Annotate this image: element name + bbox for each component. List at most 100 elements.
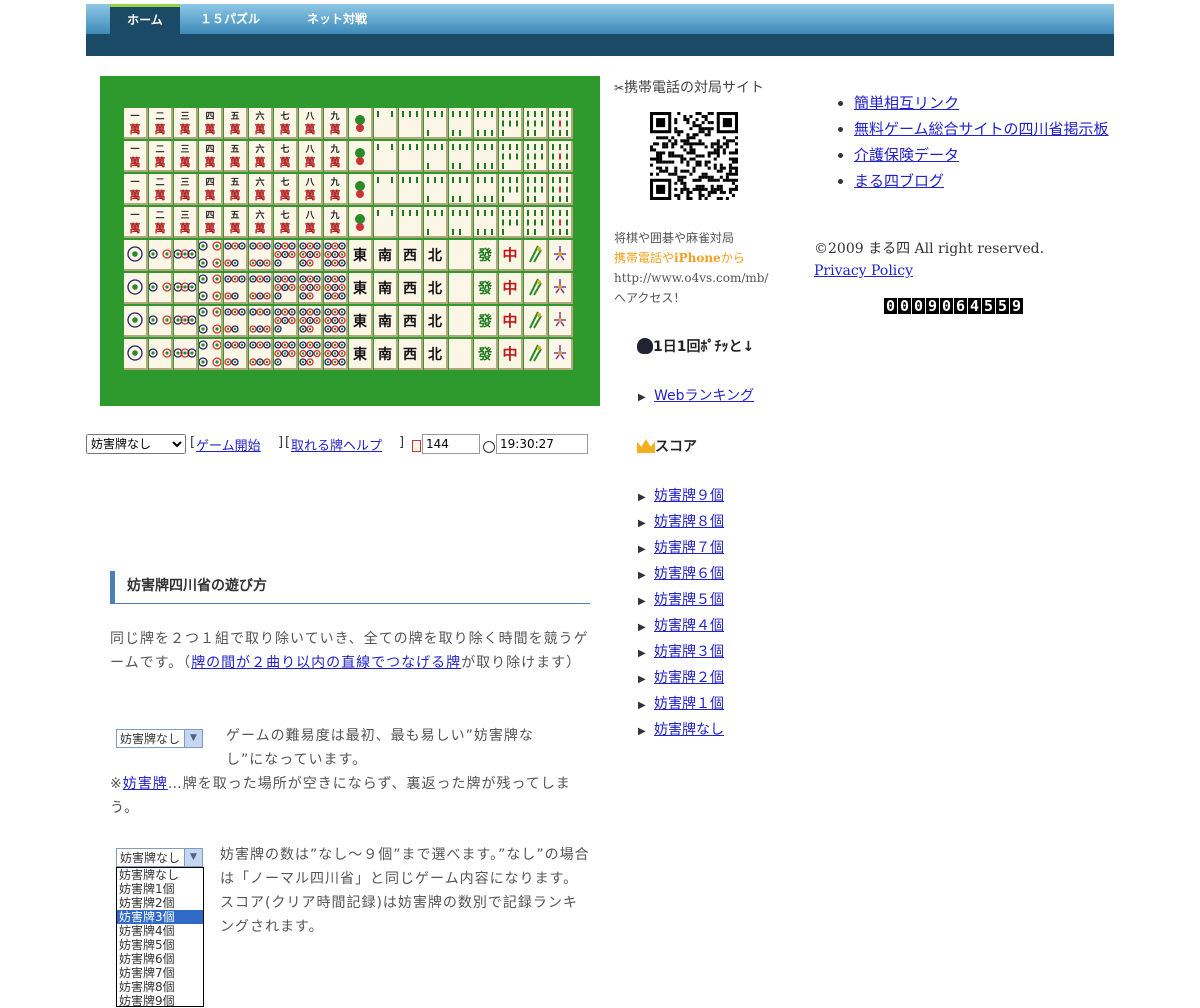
mahjong-tile[interactable]: 四萬 [199,207,223,238]
mahjong-tile[interactable] [474,174,498,205]
mahjong-tile[interactable] [449,273,473,304]
score-link[interactable]: 妨害牌５個 [654,592,724,608]
mahjong-tile[interactable]: 二萬 [149,141,173,172]
mahjong-tile[interactable] [249,339,273,370]
obstacle-select[interactable]: 妨害牌なし [86,434,186,454]
mahjong-tile[interactable]: 東 [349,306,373,337]
mahjong-tile[interactable]: 北 [424,339,448,370]
mahjong-tile[interactable] [374,174,398,205]
tile-help-link[interactable]: 取れる牌ヘルプ [291,435,382,454]
mahjong-tile[interactable] [549,240,573,271]
mahjong-tile[interactable] [274,339,298,370]
mahjong-tile[interactable] [274,240,298,271]
mahjong-tile[interactable]: 發 [474,306,498,337]
timer-field[interactable] [496,434,588,454]
mahjong-tile[interactable]: 五萬 [224,207,248,238]
start-game-link[interactable]: ゲーム開始 [196,435,261,454]
web-ranking-link[interactable]: Webランキング [654,388,754,404]
mahjong-tile[interactable] [324,273,348,304]
mahjong-tile[interactable]: 九萬 [324,141,348,172]
link-blog[interactable]: まる四ブログ [854,172,944,190]
mahjong-tile[interactable]: 八萬 [299,207,323,238]
mahjong-tile[interactable]: 北 [424,240,448,271]
score-link[interactable]: 妨害牌なし [654,722,724,738]
mahjong-tile[interactable] [124,339,148,370]
mahjong-tile[interactable]: 中 [499,273,523,304]
mahjong-tile[interactable]: 三萬 [174,174,198,205]
mahjong-tile[interactable] [224,306,248,337]
mahjong-tile[interactable] [224,339,248,370]
mahjong-tile[interactable]: 六萬 [249,207,273,238]
mahjong-tile[interactable]: 發 [474,339,498,370]
score-link[interactable]: 妨害牌４個 [654,618,724,634]
connect-rule-link[interactable]: 牌の間が２曲り以内の直線でつなげる牌 [191,655,461,671]
mahjong-tile[interactable] [174,339,198,370]
mahjong-tile[interactable] [524,339,548,370]
mahjong-tile[interactable] [324,339,348,370]
mahjong-tile[interactable]: 發 [474,273,498,304]
mahjong-tile[interactable] [449,339,473,370]
mahjong-tile[interactable]: 西 [399,273,423,304]
mahjong-tile[interactable] [424,207,448,238]
mahjong-tile[interactable] [474,141,498,172]
link-care-insurance[interactable]: 介護保険データ [854,146,959,164]
mahjong-tile[interactable]: 中 [499,306,523,337]
mahjong-tile[interactable] [349,141,373,172]
mahjong-tile[interactable]: 八萬 [299,174,323,205]
mahjong-tile[interactable]: 北 [424,306,448,337]
mahjong-tile[interactable] [424,108,448,139]
mahjong-tile[interactable] [549,273,573,304]
mahjong-tile[interactable] [349,207,373,238]
mahjong-tile[interactable]: 東 [349,240,373,271]
mahjong-tile[interactable]: 三萬 [174,207,198,238]
mahjong-tile[interactable] [249,273,273,304]
score-link[interactable]: 妨害牌９個 [654,488,724,504]
mahjong-tile[interactable]: 西 [399,339,423,370]
mahjong-tile[interactable]: 四萬 [199,174,223,205]
mahjong-tile[interactable] [474,108,498,139]
mahjong-tile[interactable] [399,108,423,139]
mahjong-tile[interactable] [549,174,573,205]
link-bbs[interactable]: 無料ゲーム総合サイトの四川省掲示板 [854,120,1109,138]
mahjong-tile[interactable]: 發 [474,240,498,271]
score-link[interactable]: 妨害牌３個 [654,644,724,660]
mahjong-tile[interactable] [524,273,548,304]
score-link[interactable]: 妨害牌６個 [654,566,724,582]
mahjong-tile[interactable] [399,141,423,172]
mahjong-tile[interactable] [449,108,473,139]
mahjong-tile[interactable]: 五萬 [224,141,248,172]
mahjong-tile[interactable]: 七萬 [274,207,298,238]
mahjong-tile[interactable]: 四萬 [199,141,223,172]
mahjong-tile[interactable] [124,273,148,304]
mahjong-tile[interactable] [324,240,348,271]
mahjong-tile[interactable] [524,207,548,238]
privacy-policy-link[interactable]: Privacy Policy [814,263,913,279]
mahjong-tile[interactable] [524,306,548,337]
nav-tab-home[interactable]: ホーム [110,4,180,34]
mahjong-tile[interactable] [374,141,398,172]
mahjong-tile[interactable] [524,174,548,205]
mahjong-tile[interactable] [549,141,573,172]
mahjong-tile[interactable]: 一萬 [124,207,148,238]
mahjong-tile[interactable] [499,108,523,139]
mahjong-tile[interactable] [524,240,548,271]
mahjong-tile[interactable] [149,306,173,337]
mahjong-tile[interactable]: 中 [499,339,523,370]
mahjong-tile[interactable] [324,306,348,337]
mahjong-tile[interactable] [499,141,523,172]
mahjong-tile[interactable]: 南 [374,240,398,271]
mahjong-tile[interactable]: 東 [349,273,373,304]
mahjong-tile[interactable] [299,240,323,271]
mahjong-tile[interactable]: 九萬 [324,207,348,238]
mahjong-tile[interactable] [174,306,198,337]
mahjong-tile[interactable] [274,273,298,304]
mahjong-tile[interactable] [399,207,423,238]
mahjong-tile[interactable] [199,339,223,370]
mahjong-board[interactable]: 一萬二萬三萬四萬五萬六萬七萬八萬九萬一萬二萬三萬四萬五萬六萬七萬八萬九萬一萬二萬… [100,76,600,406]
mahjong-tile[interactable]: 北 [424,273,448,304]
mahjong-tile[interactable]: 六萬 [249,141,273,172]
mahjong-tile[interactable]: 七萬 [274,108,298,139]
mahjong-tile[interactable] [174,273,198,304]
mahjong-tile[interactable]: 八萬 [299,108,323,139]
mahjong-tile[interactable] [449,240,473,271]
